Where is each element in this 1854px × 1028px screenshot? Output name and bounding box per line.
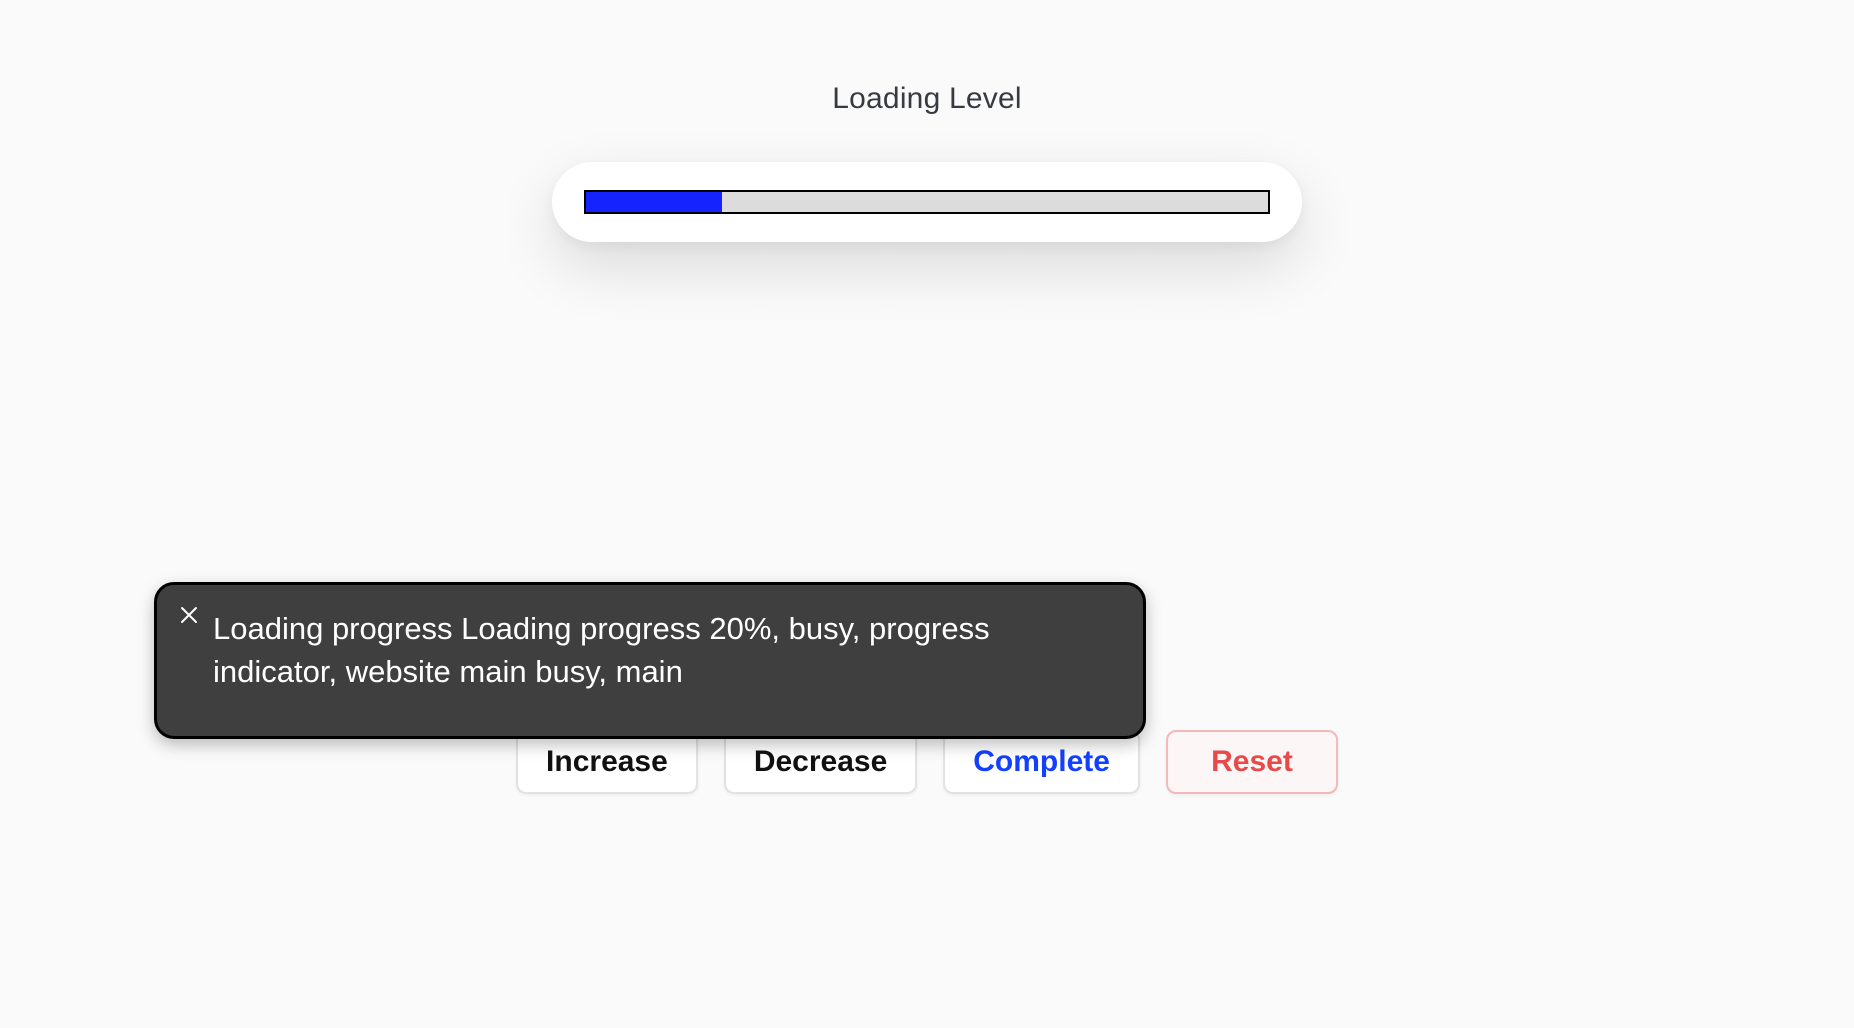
accessibility-announcement-text: Loading progress Loading progress 20%, b… — [213, 611, 990, 689]
accessibility-announcement-panel: Loading progress Loading progress 20%, b… — [154, 582, 1146, 739]
increase-button[interactable]: Increase — [516, 730, 698, 794]
close-icon[interactable] — [175, 601, 203, 629]
progress-bar — [584, 190, 1270, 214]
page-heading: Loading Level — [0, 82, 1854, 116]
reset-button[interactable]: Reset — [1166, 730, 1338, 794]
button-row: Increase Decrease Complete Reset — [516, 730, 1338, 794]
complete-button[interactable]: Complete — [943, 730, 1140, 794]
progress-card — [552, 162, 1302, 242]
decrease-button[interactable]: Decrease — [724, 730, 917, 794]
progress-bar-fill — [586, 192, 722, 212]
